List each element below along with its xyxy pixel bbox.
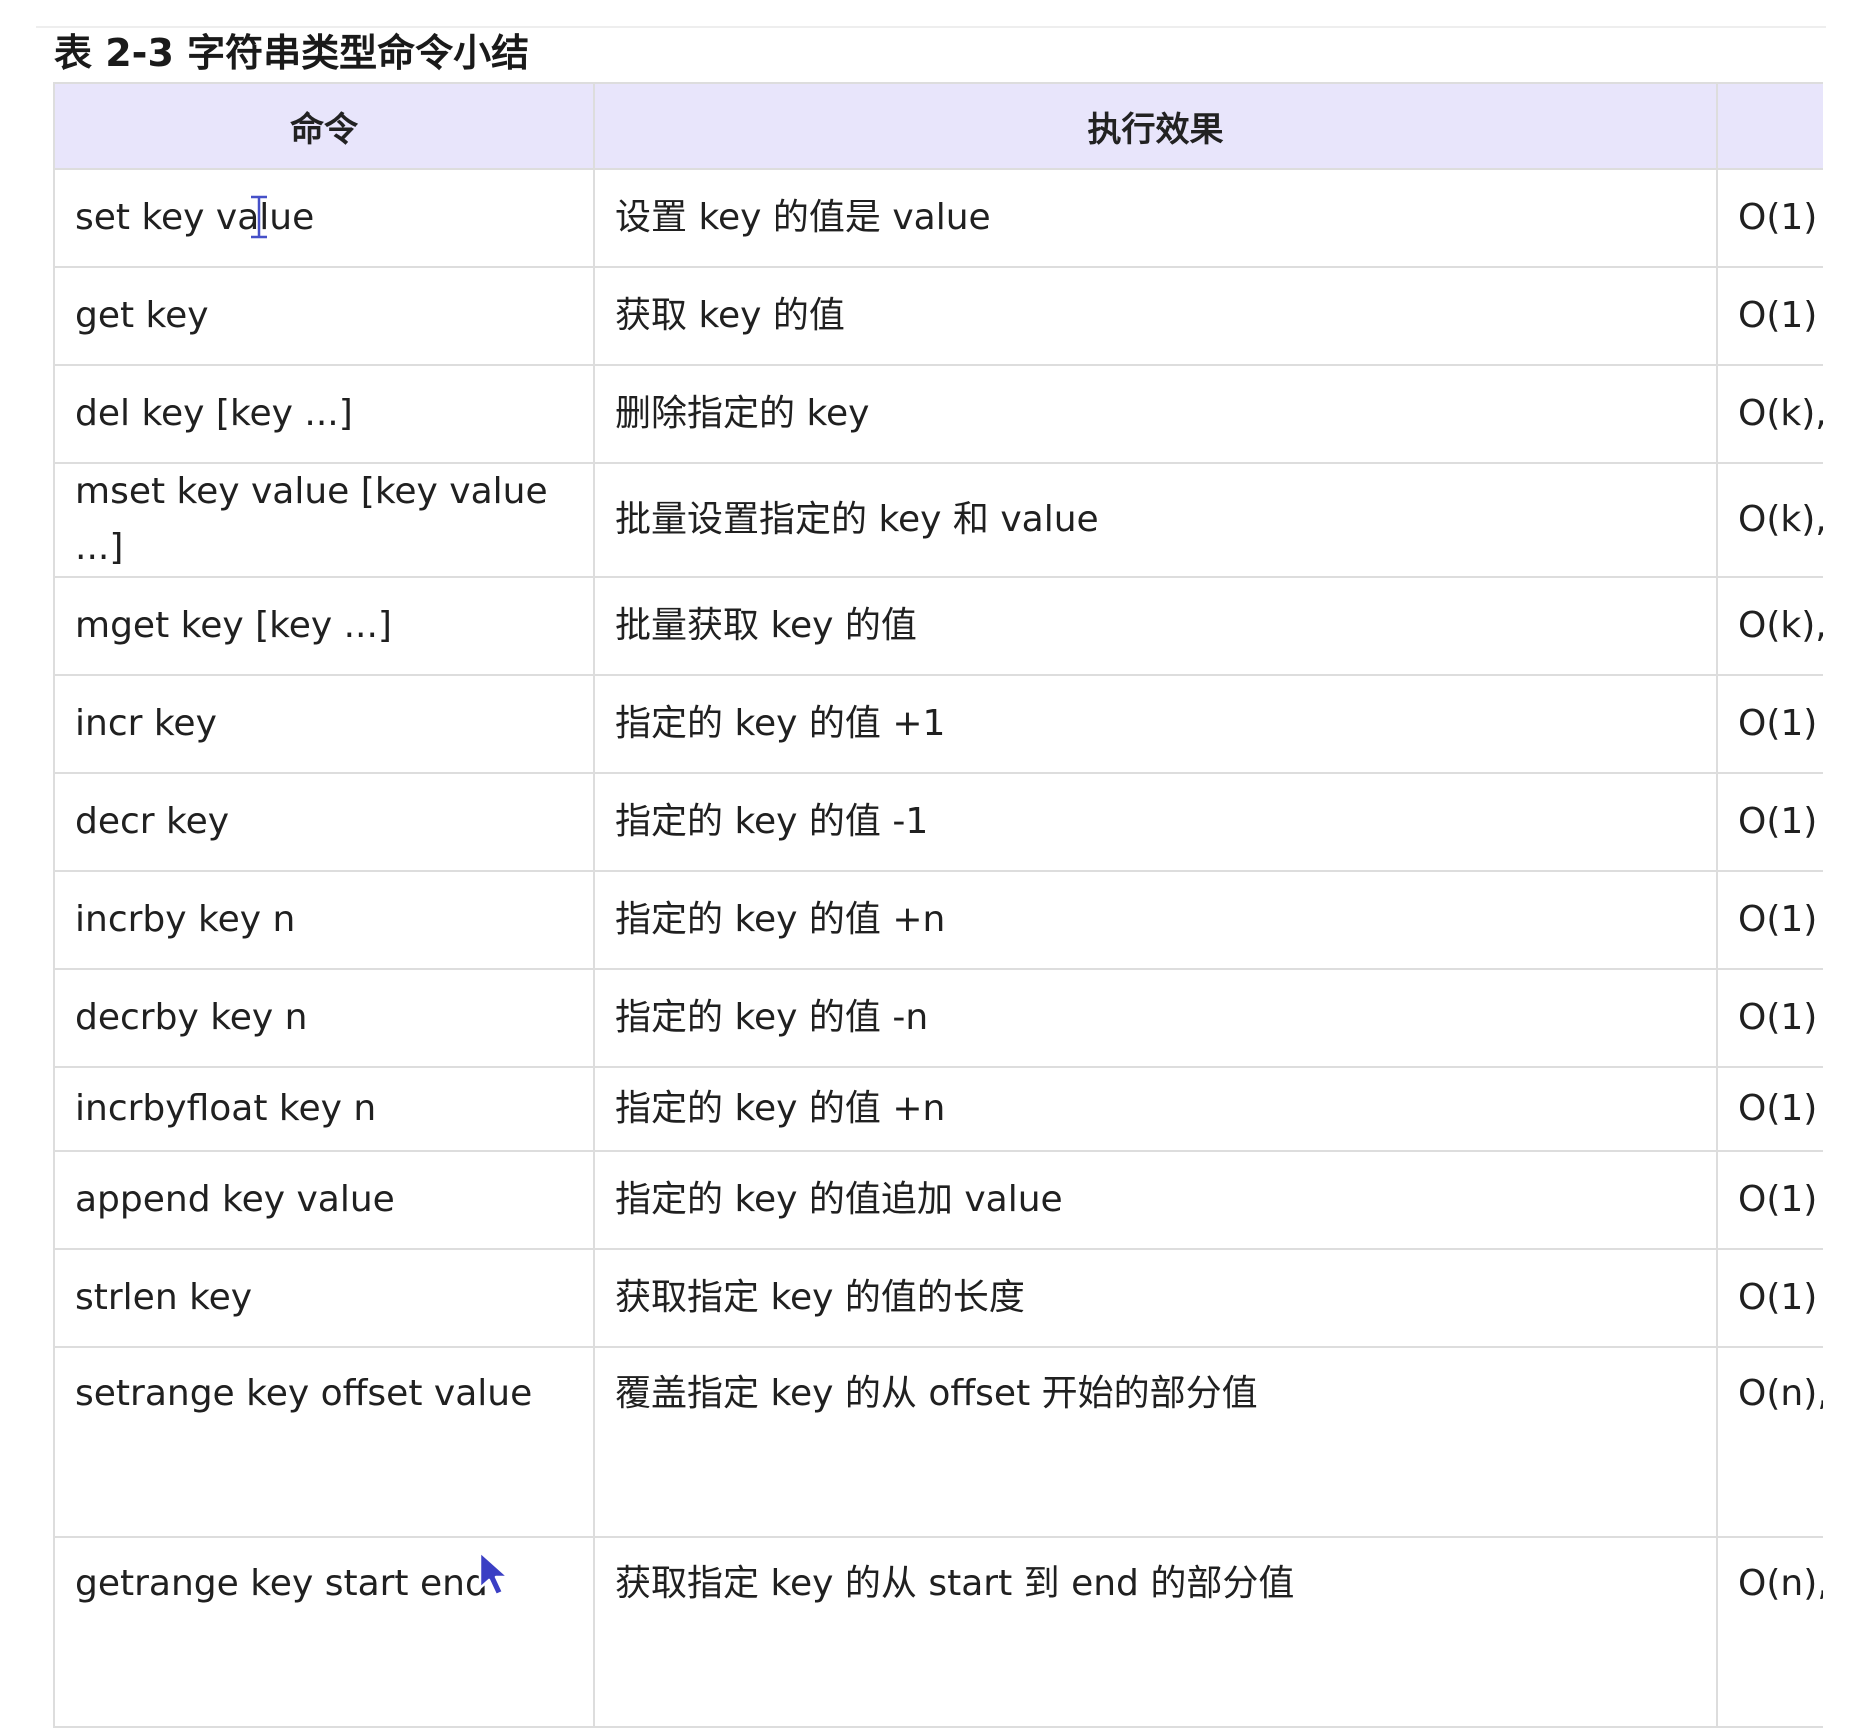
text-cursor-icon <box>251 195 267 239</box>
command-cell[interactable]: mget key [key ...] <box>53 576 595 676</box>
table-row: incrby key n 指定的 key 的值 +n O(1) <box>53 870 1823 970</box>
effect-cell[interactable]: 批量设置指定的 key 和 value <box>593 462 1718 578</box>
effect-cell[interactable]: 指定的 key 的值 -1 <box>593 772 1718 872</box>
complexity-cell[interactable]: O(1) <box>1716 1066 1823 1152</box>
table-row: strlen key 获取指定 key 的值的长度 O(1) <box>53 1248 1823 1348</box>
command-cell[interactable]: incr key <box>53 674 595 774</box>
effect-cell[interactable]: 删除指定的 key <box>593 364 1718 464</box>
command-cell[interactable]: get key <box>53 266 595 366</box>
complexity-cell[interactable]: O(1) <box>1716 674 1823 774</box>
table-row: get key 获取 key 的值 O(1) <box>53 266 1823 366</box>
command-cell[interactable]: getrange key start end <box>53 1536 595 1728</box>
complexity-cell[interactable]: O(k), <box>1716 576 1823 676</box>
complexity-cell[interactable]: O(1) <box>1716 870 1823 970</box>
command-cell[interactable]: set key value <box>53 168 595 268</box>
table-row: append key value 指定的 key 的值追加 value O(1) <box>53 1150 1823 1250</box>
complexity-cell[interactable]: O(1) <box>1716 968 1823 1068</box>
table-row: setrange key offset value 覆盖指定 key 的从 of… <box>53 1346 1823 1538</box>
complexity-cell[interactable]: O(1) <box>1716 1248 1823 1348</box>
table-row: mset key value [key value ...] 批量设置指定的 k… <box>53 462 1823 578</box>
effect-cell[interactable]: 获取指定 key 的值的长度 <box>593 1248 1718 1348</box>
column-header-effect: 执行效果 <box>593 82 1718 170</box>
effect-cell[interactable]: 获取指定 key 的从 start 到 end 的部分值 <box>593 1536 1718 1728</box>
command-cell[interactable]: setrange key offset value <box>53 1346 595 1538</box>
effect-cell[interactable]: 指定的 key 的值 -n <box>593 968 1718 1068</box>
command-cell[interactable]: strlen key <box>53 1248 595 1348</box>
table-caption: 表 2-3 字符串类型命令小结 <box>54 31 530 75</box>
table-row: decr key 指定的 key 的值 -1 O(1) <box>53 772 1823 872</box>
command-cell[interactable]: mset key value [key value ...] <box>53 462 595 578</box>
command-table: 命令 执行效果 时 set key value 设置 key 的值是 value… <box>53 82 1823 1728</box>
effect-cell[interactable]: 指定的 key 的值 +1 <box>593 674 1718 774</box>
complexity-cell[interactable]: O(1) <box>1716 266 1823 366</box>
effect-cell[interactable]: 指定的 key 的值 +n <box>593 870 1718 970</box>
command-cell[interactable]: del key [key ...] <box>53 364 595 464</box>
effect-cell[interactable]: 指定的 key 的值 +n <box>593 1066 1718 1152</box>
table-row: incrbyfloat key n 指定的 key 的值 +n O(1) <box>53 1066 1823 1152</box>
effect-cell[interactable]: 获取 key 的值 <box>593 266 1718 366</box>
table-row: set key value 设置 key 的值是 value O(1) <box>53 168 1823 268</box>
column-header-complexity: 时 <box>1716 82 1823 170</box>
table-row: decrby key n 指定的 key 的值 -n O(1) <box>53 968 1823 1068</box>
table-row: incr key 指定的 key 的值 +1 O(1) <box>53 674 1823 774</box>
complexity-cell[interactable]: O(1) <box>1716 772 1823 872</box>
complexity-cell[interactable]: O(n),度 <box>1716 1346 1823 1538</box>
table-row: del key [key ...] 删除指定的 key O(k), <box>53 364 1823 464</box>
effect-cell[interactable]: 覆盖指定 key 的从 offset 开始的部分值 <box>593 1346 1718 1538</box>
effect-cell[interactable]: 指定的 key 的值追加 value <box>593 1150 1718 1250</box>
table-header-row: 命令 执行效果 时 <box>53 82 1823 170</box>
command-cell[interactable]: decr key <box>53 772 595 872</box>
complexity-cell[interactable]: O(k), <box>1716 364 1823 464</box>
table-container[interactable]: 命令 执行效果 时 set key value 设置 key 的值是 value… <box>53 82 1823 1728</box>
effect-cell[interactable]: 设置 key 的值是 value <box>593 168 1718 268</box>
table-row: mget key [key ...] 批量获取 key 的值 O(k), <box>53 576 1823 676</box>
complexity-cell[interactable]: O(n),度 <box>1716 1536 1823 1728</box>
command-cell[interactable]: append key value <box>53 1150 595 1250</box>
mouse-pointer-icon <box>478 1550 510 1597</box>
complexity-cell[interactable]: O(1) <box>1716 1150 1823 1250</box>
effect-cell[interactable]: 批量获取 key 的值 <box>593 576 1718 676</box>
command-cell[interactable]: incrbyfloat key n <box>53 1066 595 1152</box>
complexity-cell[interactable]: O(k), <box>1716 462 1823 578</box>
column-header-command: 命令 <box>53 82 595 170</box>
table-row: getrange key start end 获取指定 key 的从 start… <box>53 1536 1823 1728</box>
command-cell[interactable]: incrby key n <box>53 870 595 970</box>
complexity-cell[interactable]: O(1) <box>1716 168 1823 268</box>
command-cell[interactable]: decrby key n <box>53 968 595 1068</box>
